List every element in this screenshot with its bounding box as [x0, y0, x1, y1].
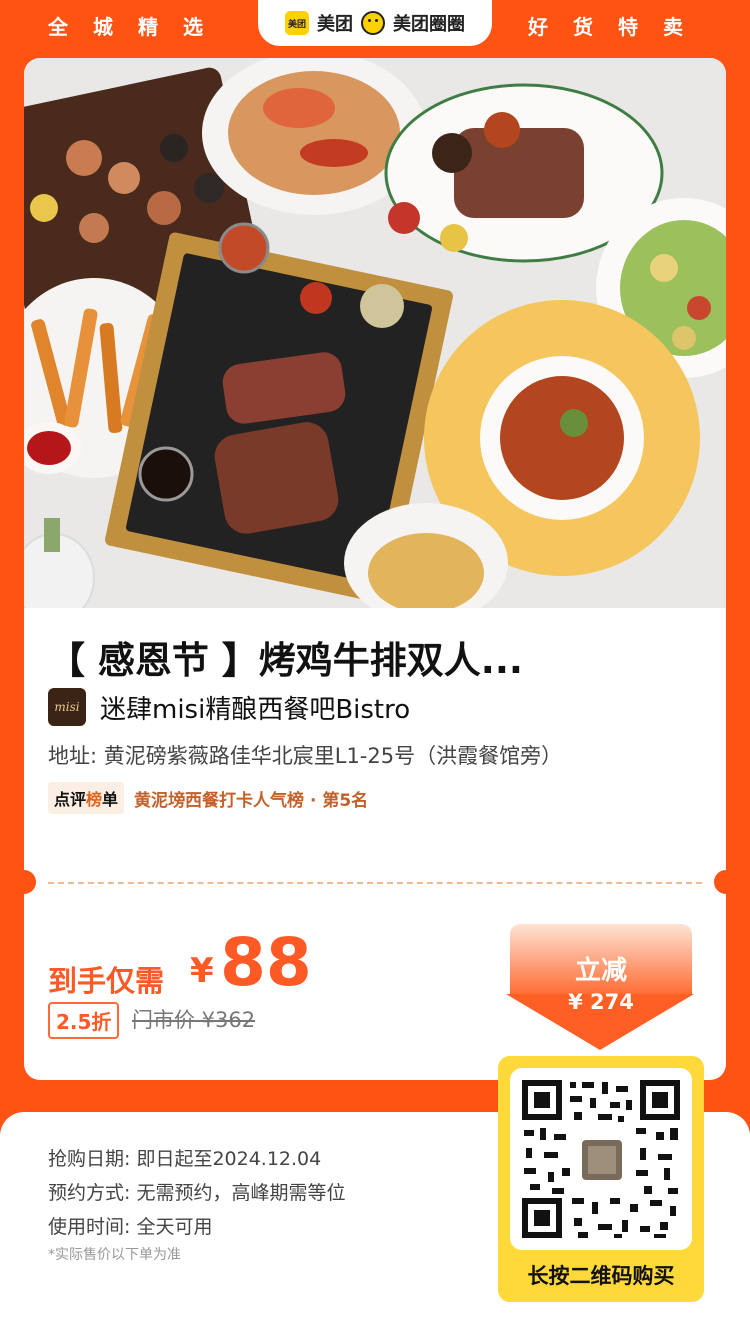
- purchase-date: 抢购日期: 即日起至2024.12.04: [48, 1148, 322, 1170]
- qr-code[interactable]: [510, 1068, 692, 1250]
- rank-row[interactable]: 点评榜单 黄泥塝西餐打卡人气榜 · 第5名: [48, 782, 368, 814]
- rank-text: 黄泥塝西餐打卡人气榜 · 第5名: [134, 790, 369, 811]
- top-bar: 全城精选 美团 美团 美团圈圈 好货特卖: [0, 0, 750, 50]
- qr-code-icon: [518, 1076, 684, 1242]
- original-price: 门市价 ¥362: [132, 1008, 256, 1032]
- meituan-logo-icon: 美团: [285, 11, 309, 35]
- savings-amount: ¥ 274: [568, 990, 634, 1014]
- usage-time: 使用时间: 全天可用: [48, 1216, 213, 1238]
- shop-address: 地址: 黄泥磅紫薇路佳华北宸里L1-25号（洪霞餐馆旁）: [48, 744, 563, 768]
- qr-card[interactable]: 长按二维码购买: [498, 1056, 704, 1302]
- product-photo[interactable]: [24, 58, 726, 608]
- header-left-text: 全城精选: [48, 14, 228, 39]
- discount-badge: 2.5折: [48, 1002, 120, 1039]
- brand-quanquan: 美团圈圈: [393, 14, 465, 35]
- shop-name: 迷肆misi精酿西餐吧Bistro: [100, 694, 411, 725]
- brand-meituan: 美团: [317, 14, 353, 35]
- price-label: 到手仅需: [48, 964, 165, 998]
- brand-tab: 美团 美团 美团圈圈: [258, 0, 492, 46]
- rank-badge-part-b: 榜: [86, 790, 103, 809]
- qr-label: 长按二维码购买: [527, 1264, 675, 1288]
- ticket-notch-right: [714, 870, 726, 894]
- price-currency: ¥: [190, 951, 214, 991]
- reservation-method: 预约方式: 无需预约，高峰期需等位: [48, 1182, 346, 1204]
- perforation-divider: [48, 882, 702, 884]
- ticket-notch-left: [24, 870, 36, 894]
- rank-badge-part-a: 点评: [54, 790, 87, 809]
- price-note: *实际售价以下单为准: [48, 1247, 181, 1263]
- quanquan-logo-icon: [361, 11, 385, 35]
- food-photo-illustration: [24, 58, 726, 608]
- shop-row[interactable]: misi 迷肆misi精酿西餐吧Bistro: [48, 688, 410, 726]
- rank-badge: 点评榜单: [48, 782, 125, 814]
- savings-label: 立减: [574, 956, 627, 986]
- deal-price: 88: [220, 924, 312, 1001]
- shop-logo: misi: [48, 688, 86, 726]
- header-right-text: 好货特卖: [528, 14, 708, 39]
- rank-badge-part-c: 单: [102, 790, 119, 809]
- deal-title[interactable]: 【 感恩节 】烤鸡牛排双人...: [48, 630, 708, 684]
